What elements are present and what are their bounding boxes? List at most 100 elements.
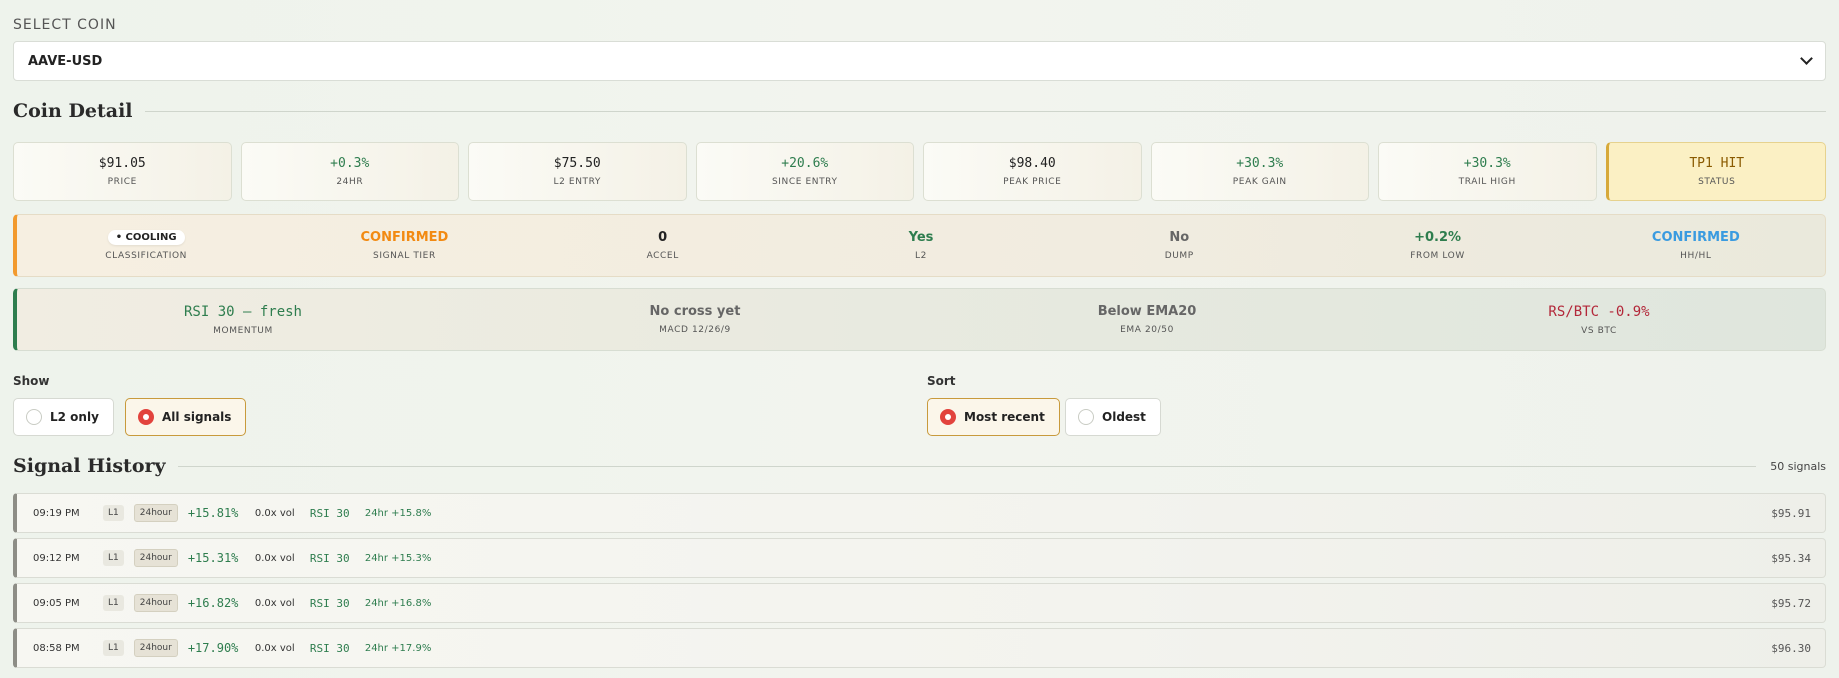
stat-value: +30.3%	[1463, 156, 1511, 171]
radio-on-icon	[940, 409, 956, 425]
chevron-down-icon	[1800, 52, 1813, 65]
radio-off-icon	[26, 409, 42, 425]
stat-value: +20.6%	[781, 156, 829, 171]
row-24hr: 24hr +17.9%	[364, 642, 432, 654]
row-time: 09:12 PM	[33, 552, 80, 564]
divider	[177, 465, 1757, 467]
stat-label: PRICE	[107, 177, 137, 187]
stat-l2-entry: $75.50 L2 ENTRY	[468, 142, 687, 201]
status-badge: TP1 HIT	[1689, 156, 1745, 171]
stat-24hr: +0.3% 24HR	[240, 142, 459, 201]
cell-signal-tier: CONFIRMED SIGNAL TIER	[275, 230, 533, 261]
sort-oldest-radio[interactable]: Oldest	[1065, 398, 1161, 436]
radio-label: Most recent	[964, 410, 1045, 424]
stat-label: TRAIL HIGH	[1458, 177, 1516, 187]
level-badge: L1	[103, 550, 124, 566]
cell-momentum: RSI 30 — fresh MOMENTUM	[17, 304, 469, 336]
row-time: 09:05 PM	[33, 597, 80, 609]
stat-label: STATUS	[1698, 177, 1736, 187]
cell-value: CONFIRMED	[1651, 230, 1740, 245]
row-rsi: RSI 30	[309, 506, 350, 520]
show-all-signals-radio[interactable]: All signals	[125, 398, 247, 436]
cell-label: EMA 20/50	[1120, 325, 1174, 335]
cell-label: ACCEL	[646, 251, 679, 261]
row-pct: +17.90%	[187, 641, 239, 655]
row-time: 08:58 PM	[33, 642, 80, 654]
row-vol: 0.0x vol	[254, 507, 295, 519]
row-vol: 0.0x vol	[254, 552, 295, 564]
cell-label: HH/HL	[1680, 251, 1712, 261]
cell-label: VS BTC	[1581, 325, 1617, 336]
table-row[interactable]: 09:05 PM L1 24hour +16.82% 0.0x vol RSI …	[13, 583, 1826, 623]
coin-detail-header: Coin Detail	[13, 100, 1826, 122]
row-pct: +15.31%	[187, 551, 239, 565]
classification-pill: • COOLING	[107, 230, 185, 245]
row-rsi: RSI 30	[309, 596, 350, 610]
cell-label: MOMENTUM	[213, 325, 273, 336]
stat-value: +30.3%	[1236, 156, 1284, 171]
momentum-panel: RSI 30 — fresh MOMENTUM No cross yet MAC…	[13, 288, 1826, 351]
table-row[interactable]: 09:19 PM L1 24hour +15.81% 0.0x vol RSI …	[13, 493, 1826, 533]
row-24hr: 24hr +15.3%	[364, 552, 432, 564]
radio-label: All signals	[162, 410, 232, 424]
coin-select-value: AAVE-USD	[28, 53, 103, 69]
show-l2-only-radio[interactable]: L2 only	[13, 398, 114, 436]
stat-label: PEAK PRICE	[1003, 177, 1062, 187]
signal-history-header: Signal History 50 signals	[13, 455, 1826, 477]
row-price: $95.34	[1771, 551, 1811, 565]
radio-on-icon	[138, 409, 154, 425]
cell-hh-hl: CONFIRMED HH/HL	[1567, 230, 1825, 261]
stat-peak-price: $98.40 PEAK PRICE	[923, 142, 1142, 201]
stat-value: $91.05	[98, 156, 146, 171]
radio-off-icon	[1078, 409, 1094, 425]
cell-value: Below EMA20	[1097, 304, 1197, 319]
cell-l2: Yes L2	[792, 230, 1050, 261]
cell-label: SIGNAL TIER	[373, 251, 436, 261]
sort-label: Sort	[927, 374, 956, 388]
cell-label: MACD 12/26/9	[659, 325, 731, 335]
stat-cards: $91.05 PRICE +0.3% 24HR $75.50 L2 ENTRY …	[13, 142, 1826, 201]
signal-count: 50 signals	[1770, 459, 1826, 473]
stat-since-entry: +20.6% SINCE ENTRY	[695, 142, 914, 201]
level-badge: L1	[103, 505, 124, 521]
stat-value: +0.3%	[330, 156, 370, 171]
cell-dump: No DUMP	[1050, 230, 1308, 261]
radio-label: Oldest	[1102, 410, 1146, 424]
cell-value: 0	[658, 230, 668, 245]
cell-accel: 0 ACCEL	[534, 230, 792, 261]
sort-most-recent-radio[interactable]: Most recent	[927, 398, 1060, 436]
cell-value: No cross yet	[649, 304, 741, 319]
table-row[interactable]: 08:58 PM L1 24hour +17.90% 0.0x vol RSI …	[13, 628, 1826, 668]
window-badge: 24hour	[133, 594, 178, 612]
row-vol: 0.0x vol	[254, 597, 295, 609]
row-price: $96.30	[1771, 641, 1811, 655]
radio-label: L2 only	[50, 410, 99, 424]
row-rsi: RSI 30	[309, 641, 350, 655]
cell-value: RSI 30 — fresh	[183, 303, 302, 320]
stat-value: $98.40	[1008, 156, 1056, 171]
coin-select[interactable]: AAVE-USD	[13, 41, 1826, 81]
cell-value: +0.2%	[1414, 230, 1462, 245]
cell-vs-btc: RS/BTC -0.9% VS BTC	[1373, 304, 1825, 336]
table-row[interactable]: 09:12 PM L1 24hour +15.31% 0.0x vol RSI …	[13, 538, 1826, 578]
show-label: Show	[13, 374, 50, 388]
row-pct: +16.82%	[187, 596, 239, 610]
select-coin-label: SELECT COIN	[13, 17, 117, 33]
cell-label: FROM LOW	[1410, 251, 1465, 261]
level-badge: L1	[103, 640, 124, 656]
classification-panel: • COOLING CLASSIFICATION CONFIRMED SIGNA…	[13, 214, 1826, 277]
row-pct: +15.81%	[187, 506, 239, 520]
stat-price: $91.05 PRICE	[13, 142, 232, 201]
stat-peak-gain: +30.3% PEAK GAIN	[1150, 142, 1369, 201]
cell-value: No	[1169, 230, 1190, 245]
cell-ema: Below EMA20 EMA 20/50	[921, 304, 1373, 335]
window-badge: 24hour	[133, 504, 178, 522]
window-badge: 24hour	[133, 639, 178, 657]
signal-history-title: Signal History	[13, 455, 166, 477]
coin-detail-title: Coin Detail	[13, 100, 133, 122]
stat-label: 24HR	[336, 177, 364, 187]
cell-label: DUMP	[1164, 251, 1194, 261]
cell-value: CONFIRMED	[360, 230, 449, 245]
cell-classification: • COOLING CLASSIFICATION	[17, 230, 275, 261]
row-rsi: RSI 30	[309, 551, 350, 565]
